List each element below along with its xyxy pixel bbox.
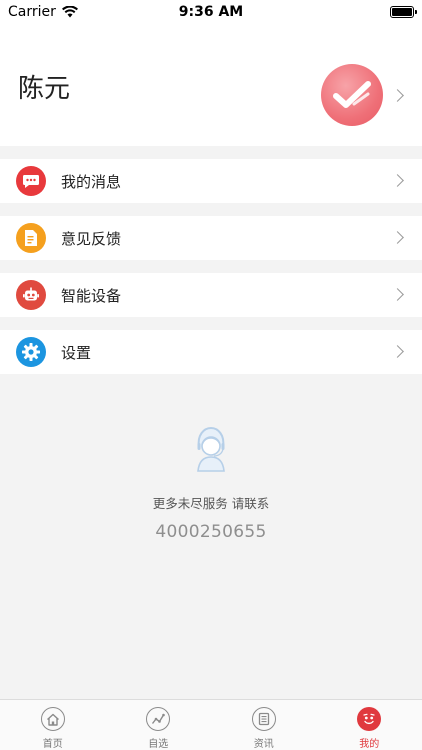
tab-mine[interactable]: 我的: [317, 700, 422, 750]
tab-news[interactable]: 资讯: [211, 700, 317, 750]
contact-section: 更多未尽服务 请联系 4000250655: [0, 425, 422, 542]
chat-icon: [16, 166, 46, 196]
tab-bar: 首页 自选 资讯 我的: [0, 699, 422, 750]
menu-item-feedback[interactable]: 意见反馈: [0, 216, 422, 260]
tab-label: 自选: [148, 739, 169, 750]
avatar[interactable]: [321, 64, 383, 126]
chart-icon: [146, 707, 171, 731]
tab-label: 首页: [42, 739, 63, 750]
tab-watchlist[interactable]: 自选: [106, 700, 212, 750]
checkmark-icon: [333, 81, 371, 108]
profile-name: 陈元: [18, 74, 71, 104]
menu-item-label: 智能设备: [61, 287, 122, 305]
chevron-right-icon: [391, 174, 404, 187]
status-bar: Carrier 9:36 AM: [0, 0, 422, 24]
chevron-right-icon: [391, 89, 404, 102]
status-left: Carrier: [8, 4, 148, 20]
gear-icon: [16, 337, 46, 367]
menu-item-label: 我的消息: [61, 173, 122, 191]
menu-item-devices[interactable]: 智能设备: [0, 273, 422, 317]
contact-phone[interactable]: 4000250655: [0, 522, 422, 542]
customer-service-icon: [197, 426, 225, 472]
tab-label: 资讯: [253, 739, 274, 750]
robot-icon: [16, 280, 46, 310]
status-right: [274, 6, 417, 18]
tab-label: 我的: [359, 739, 380, 750]
menu-item-settings[interactable]: 设置: [0, 330, 422, 374]
chevron-right-icon: [391, 345, 404, 358]
carrier-label: Carrier: [8, 4, 56, 20]
home-icon: [40, 707, 65, 731]
news-icon: [251, 707, 276, 731]
status-time: 9:36 AM: [178, 4, 244, 20]
contact-text: 更多未尽服务 请联系: [152, 496, 270, 511]
tab-home[interactable]: 首页: [0, 700, 106, 750]
chevron-right-icon: [391, 288, 404, 301]
menu-item-label: 设置: [61, 344, 92, 362]
battery-icon: [390, 6, 417, 18]
profile-header[interactable]: 陈元: [0, 24, 422, 146]
wifi-icon: [61, 6, 78, 18]
profile-icon: [357, 707, 382, 731]
menu-item-messages[interactable]: 我的消息: [0, 159, 422, 203]
feedback-icon: [16, 223, 46, 253]
menu-item-label: 意见反馈: [61, 230, 122, 248]
chevron-right-icon: [391, 231, 404, 244]
